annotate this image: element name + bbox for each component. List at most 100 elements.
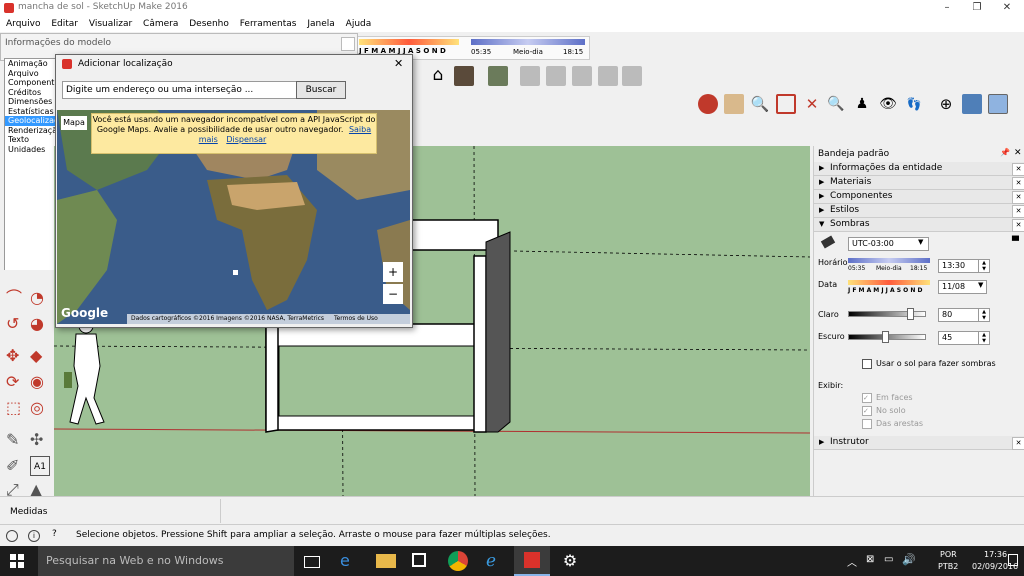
menu-editar[interactable]: Editar bbox=[51, 19, 78, 29]
close-icon[interactable]: ✕ bbox=[1012, 205, 1024, 218]
offset-icon[interactable]: ◎ bbox=[30, 398, 50, 418]
share-model-icon[interactable] bbox=[546, 66, 566, 86]
address-input[interactable]: Digite um endereço ou uma interseção ... bbox=[62, 81, 297, 99]
date-dropdown-icon[interactable]: ▼ bbox=[978, 281, 983, 289]
house-icon[interactable]: ⌂ bbox=[428, 65, 448, 85]
close-button[interactable]: ✕ bbox=[992, 0, 1022, 16]
pie2-icon[interactable]: ◕ bbox=[30, 314, 50, 334]
menu-janela[interactable]: Janela bbox=[307, 19, 334, 29]
time-input[interactable]: 13:30 bbox=[938, 259, 981, 273]
section-materials[interactable]: ▶ Materiais ✕ bbox=[814, 176, 1024, 190]
section-instructor[interactable]: ▶ Instrutor ✕ bbox=[814, 436, 1024, 450]
section-components[interactable]: ▶ Componentes ✕ bbox=[814, 190, 1024, 204]
position-camera-icon[interactable]: ♟ bbox=[852, 94, 872, 114]
terms-link[interactable]: Termos de Uso bbox=[334, 315, 378, 322]
location-icon[interactable] bbox=[962, 94, 982, 114]
volume-icon[interactable]: 🔊 bbox=[902, 553, 916, 566]
zoom-icon[interactable]: 🔍 bbox=[750, 94, 770, 114]
from-edges-checkbox[interactable] bbox=[862, 419, 872, 429]
light-slider-thumb[interactable] bbox=[907, 308, 914, 320]
pie-icon[interactable]: ◔ bbox=[30, 288, 50, 308]
menu-arquivo[interactable]: Arquivo bbox=[6, 19, 40, 29]
timezone-select[interactable]: UTC-03:00 bbox=[848, 237, 929, 251]
taskbar-search[interactable]: Pesquisar na Web e no Windows bbox=[38, 546, 294, 576]
model-info-item-selected[interactable]: Geolocalização bbox=[5, 116, 68, 126]
eraser-icon[interactable] bbox=[820, 235, 836, 249]
model-info-item[interactable]: Renderização bbox=[5, 126, 62, 136]
arc3-icon[interactable]: ↺ bbox=[6, 314, 26, 334]
look-around-icon[interactable]: 👁 bbox=[878, 94, 898, 114]
light-input[interactable]: 80 bbox=[938, 308, 981, 322]
network-icon[interactable]: ▭ bbox=[884, 554, 893, 565]
dark-input[interactable]: 45 bbox=[938, 331, 981, 345]
tray-chevron-icon[interactable]: ︿ bbox=[847, 554, 857, 569]
file-explorer-icon[interactable] bbox=[376, 554, 396, 568]
dimension-icon[interactable]: ✣ bbox=[30, 430, 50, 450]
dark-slider-thumb[interactable] bbox=[882, 331, 889, 343]
edge-icon[interactable]: e bbox=[340, 551, 360, 571]
section-styles[interactable]: ▶ Estilos ✕ bbox=[814, 204, 1024, 218]
chrome-icon[interactable] bbox=[448, 551, 468, 571]
model-info-item[interactable]: Texto bbox=[5, 135, 55, 145]
arc-icon[interactable]: ⌒ bbox=[6, 288, 26, 308]
previous-view-icon[interactable]: 🔍 bbox=[826, 94, 846, 114]
month-slider-gradient[interactable] bbox=[359, 39, 459, 45]
warehouse-icon[interactable] bbox=[454, 66, 474, 86]
date-slider-gradient[interactable] bbox=[848, 280, 930, 285]
close-icon[interactable]: ✕ bbox=[1012, 219, 1024, 232]
store-icon[interactable] bbox=[412, 553, 426, 567]
zoom-window-icon[interactable] bbox=[776, 94, 796, 114]
geo-location-icon[interactable] bbox=[6, 530, 18, 542]
light-spinner[interactable]: ▲ ▼ bbox=[978, 308, 990, 322]
timezone-dropdown-icon[interactable]: ▼ bbox=[918, 238, 923, 246]
model-info-item[interactable]: Animação bbox=[5, 59, 55, 69]
shadow-settings-icon[interactable]: ▀ bbox=[1012, 237, 1019, 247]
pan-icon[interactable] bbox=[724, 94, 744, 114]
menu-visualizar[interactable]: Visualizar bbox=[89, 19, 132, 29]
model-info-item[interactable]: Créditos bbox=[5, 88, 55, 98]
minimize-button[interactable]: – bbox=[932, 0, 962, 16]
on-faces-checkbox[interactable]: ✓ bbox=[862, 393, 872, 403]
close-icon[interactable]: ✕ bbox=[1012, 191, 1024, 204]
menu-ajuda[interactable]: Ajuda bbox=[346, 19, 372, 29]
model-info-item[interactable]: Estatísticas bbox=[5, 107, 55, 117]
section-entity-info[interactable]: ▶ Informações da entidade ✕ bbox=[814, 162, 1024, 176]
menu-camera[interactable]: Câmera bbox=[143, 19, 178, 29]
section-plane-icon[interactable]: ⊕ bbox=[936, 94, 956, 114]
close-icon[interactable]: ✕ bbox=[1012, 177, 1024, 190]
dismiss-link[interactable]: Dispensar bbox=[226, 135, 266, 144]
tape-measure-icon[interactable]: ✎ bbox=[6, 430, 26, 450]
rotate-icon[interactable]: ⟳ bbox=[6, 372, 26, 392]
zoom-in-button[interactable]: + bbox=[383, 262, 403, 282]
components-icon[interactable] bbox=[488, 66, 508, 86]
clock-time[interactable]: 17:36 bbox=[984, 550, 1007, 559]
menu-desenho[interactable]: Desenho bbox=[189, 19, 229, 29]
scale-icon[interactable]: ⬚ bbox=[6, 398, 26, 418]
extension-store-icon[interactable] bbox=[622, 66, 642, 86]
model-info-item[interactable]: Componentes bbox=[5, 78, 64, 88]
dark-spinner[interactable]: ▲ ▼ bbox=[978, 331, 990, 345]
close-icon[interactable]: ✕ bbox=[1012, 437, 1024, 450]
model-info-item[interactable]: Unidades bbox=[5, 145, 55, 155]
measurements-box[interactable]: Medidas bbox=[0, 499, 221, 523]
ie-icon[interactable]: ℯ bbox=[486, 551, 506, 571]
extension-icon[interactable] bbox=[572, 66, 592, 86]
zoom-extents-icon[interactable]: ✕ bbox=[802, 94, 822, 114]
on-ground-checkbox[interactable]: ✓ bbox=[862, 406, 872, 416]
lang-top[interactable]: POR bbox=[940, 550, 957, 559]
light-slider[interactable] bbox=[848, 311, 926, 317]
close-icon[interactable]: ✕ bbox=[1012, 163, 1024, 176]
tray-close-icon[interactable]: ✕ bbox=[1014, 148, 1022, 158]
push-pull-icon[interactable]: ◆ bbox=[30, 346, 50, 366]
time-slider-gradient[interactable] bbox=[848, 258, 930, 263]
use-sun-checkbox[interactable] bbox=[862, 359, 872, 369]
maximize-button[interactable]: ❐ bbox=[962, 0, 992, 16]
instructor-icon[interactable]: ? bbox=[52, 529, 57, 539]
section-shadows[interactable]: ▼ Sombras ✕ bbox=[814, 218, 1024, 232]
follow-me-icon[interactable]: ◉ bbox=[30, 372, 50, 392]
map-tab[interactable]: Mapa bbox=[61, 116, 87, 130]
walk-icon[interactable]: 👣 bbox=[904, 94, 924, 114]
zoom-out-button[interactable]: − bbox=[383, 284, 403, 304]
sketchup-taskbar-button[interactable] bbox=[514, 546, 550, 576]
model-info-close-button[interactable] bbox=[341, 37, 355, 51]
